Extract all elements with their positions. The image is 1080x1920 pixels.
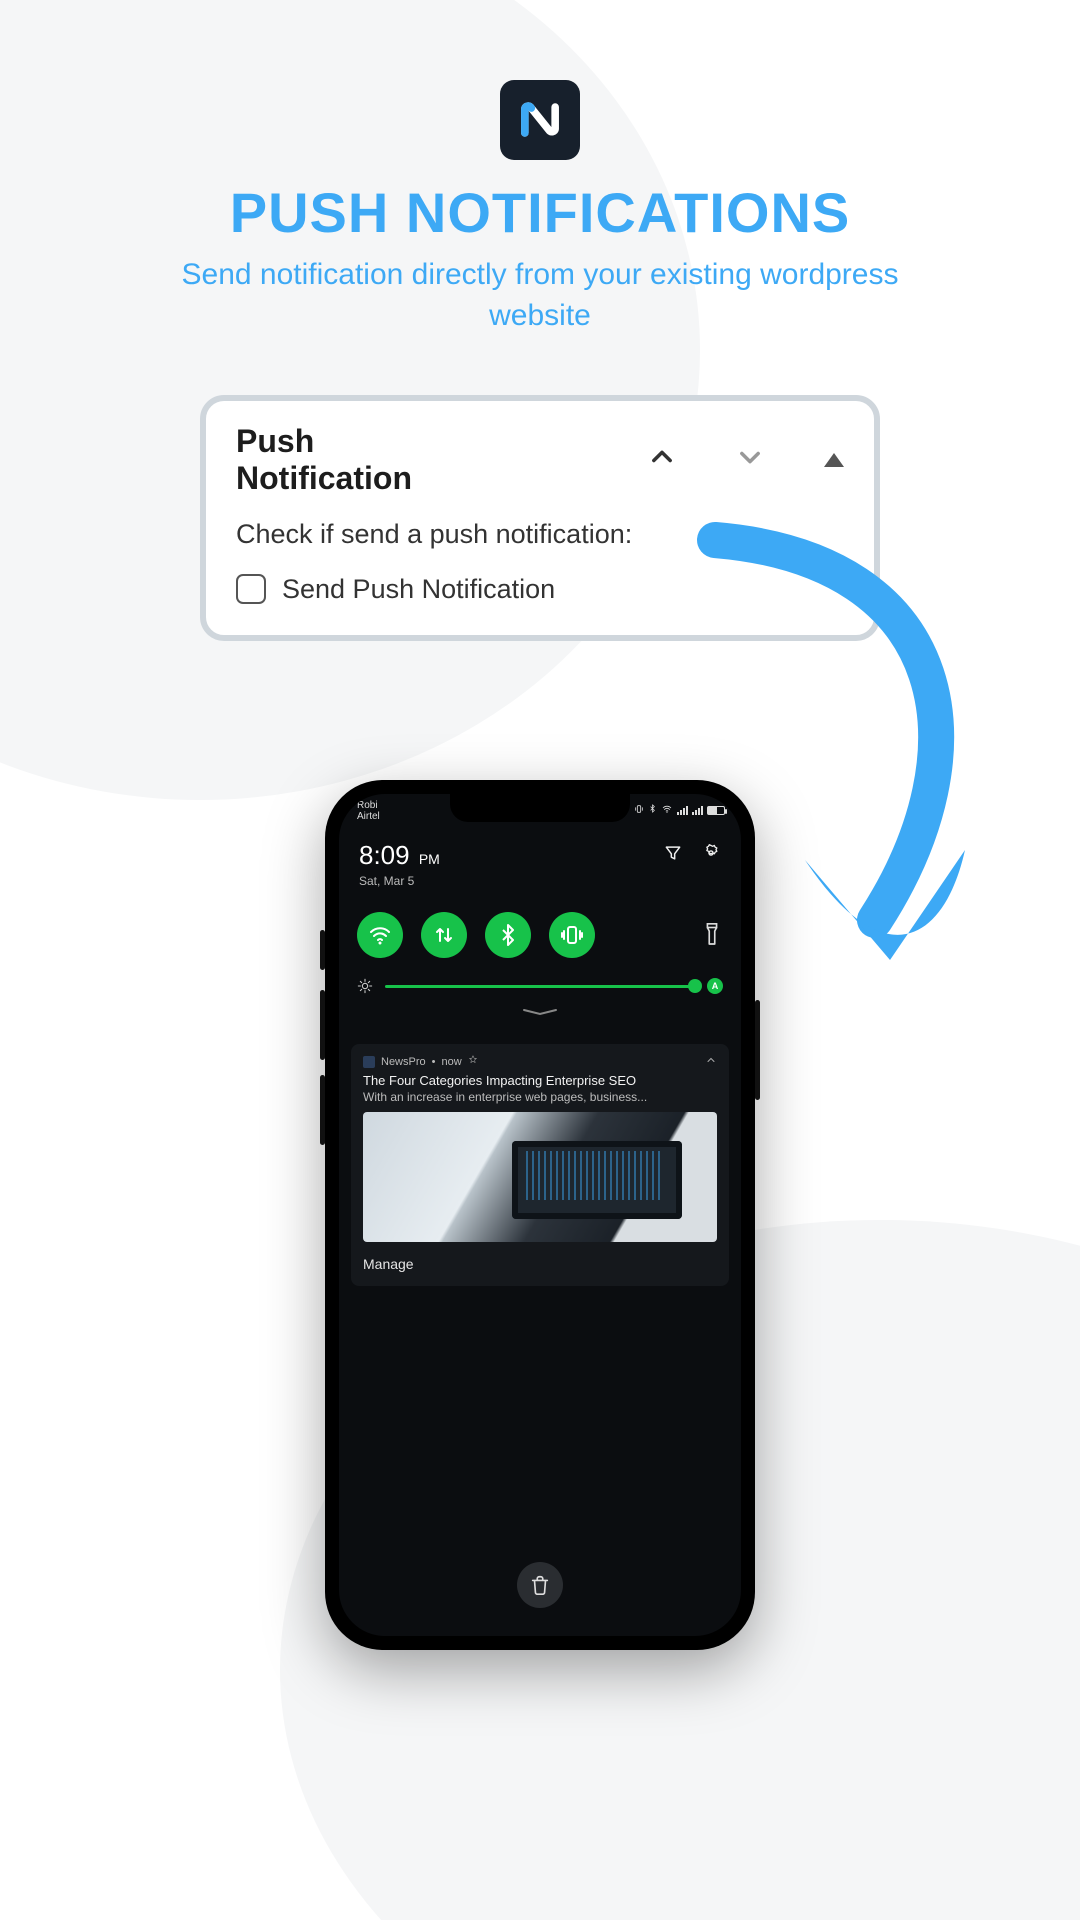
- notification-app-name: NewsPro: [381, 1056, 426, 1068]
- bluetooth-status-icon: [648, 803, 657, 817]
- statusbar-carrier: Robi Airtel: [357, 800, 380, 822]
- app-logo: [500, 80, 580, 160]
- send-push-checkbox[interactable]: [236, 574, 266, 604]
- settings-gear-icon[interactable]: [701, 843, 721, 868]
- time-suffix: PM: [419, 851, 440, 867]
- brightness-icon: [357, 978, 373, 994]
- wifi-toggle[interactable]: [357, 912, 403, 958]
- phone-mute-switch: [320, 930, 325, 970]
- phone-power-button: [755, 1000, 760, 1100]
- notification-body: With an increase in enterprise web pages…: [351, 1088, 729, 1112]
- clear-notifications-button[interactable]: [517, 1562, 563, 1608]
- filter-icon[interactable]: [663, 843, 683, 868]
- signal2-icon: [692, 806, 703, 815]
- phone-notch: [450, 794, 630, 822]
- bluetooth-toggle[interactable]: [485, 912, 531, 958]
- notification-time: now: [441, 1056, 461, 1068]
- send-push-checkbox-label: Send Push Notification: [282, 574, 555, 605]
- wifi-status-icon: [661, 804, 673, 817]
- qs-expand-handle[interactable]: [520, 1004, 560, 1014]
- panel-move-down-icon[interactable]: [736, 443, 764, 476]
- phone-screen: Robi Airtel 8:09 PM: [339, 794, 741, 1636]
- wp-panel-title: Push Notification: [236, 423, 456, 497]
- carrier-line1: Robi: [357, 800, 380, 811]
- notification-collapse-icon[interactable]: [705, 1054, 717, 1069]
- vibrate-icon: [634, 804, 644, 817]
- notification-manage-button[interactable]: Manage: [351, 1242, 729, 1286]
- phone-volume-down: [320, 1075, 325, 1145]
- notification-image: [363, 1112, 717, 1242]
- time-value: 8:09: [359, 840, 410, 870]
- brightness-thumb[interactable]: [688, 979, 702, 993]
- notification-title: The Four Categories Impacting Enterprise…: [351, 1073, 729, 1088]
- qs-time: 8:09 PM: [359, 840, 440, 871]
- battery-icon: [707, 806, 725, 815]
- page-title: PUSH NOTIFICATIONS: [0, 180, 1080, 245]
- notification-dot: •: [432, 1056, 436, 1068]
- page-subtitle: Send notification directly from your exi…: [180, 255, 900, 336]
- auto-brightness-badge[interactable]: A: [707, 978, 723, 994]
- notification-pin-icon: [468, 1055, 478, 1068]
- panel-collapse-icon[interactable]: [824, 453, 844, 467]
- vibrate-toggle[interactable]: [549, 912, 595, 958]
- notification-app-icon: [363, 1056, 375, 1068]
- qs-date: Sat, Mar 5: [359, 874, 414, 888]
- brightness-track[interactable]: [385, 985, 695, 988]
- brightness-slider[interactable]: A: [357, 978, 723, 994]
- carrier-line2: Airtel: [357, 811, 380, 822]
- data-toggle[interactable]: [421, 912, 467, 958]
- statusbar-right: [634, 803, 725, 817]
- phone-mockup: Robi Airtel 8:09 PM: [325, 780, 755, 1650]
- notification-card[interactable]: NewsPro • now The Four Categories Impact…: [351, 1044, 729, 1286]
- panel-move-up-icon[interactable]: [648, 443, 676, 476]
- phone-volume-up: [320, 990, 325, 1060]
- flashlight-icon[interactable]: [701, 922, 723, 948]
- signal1-icon: [677, 806, 688, 815]
